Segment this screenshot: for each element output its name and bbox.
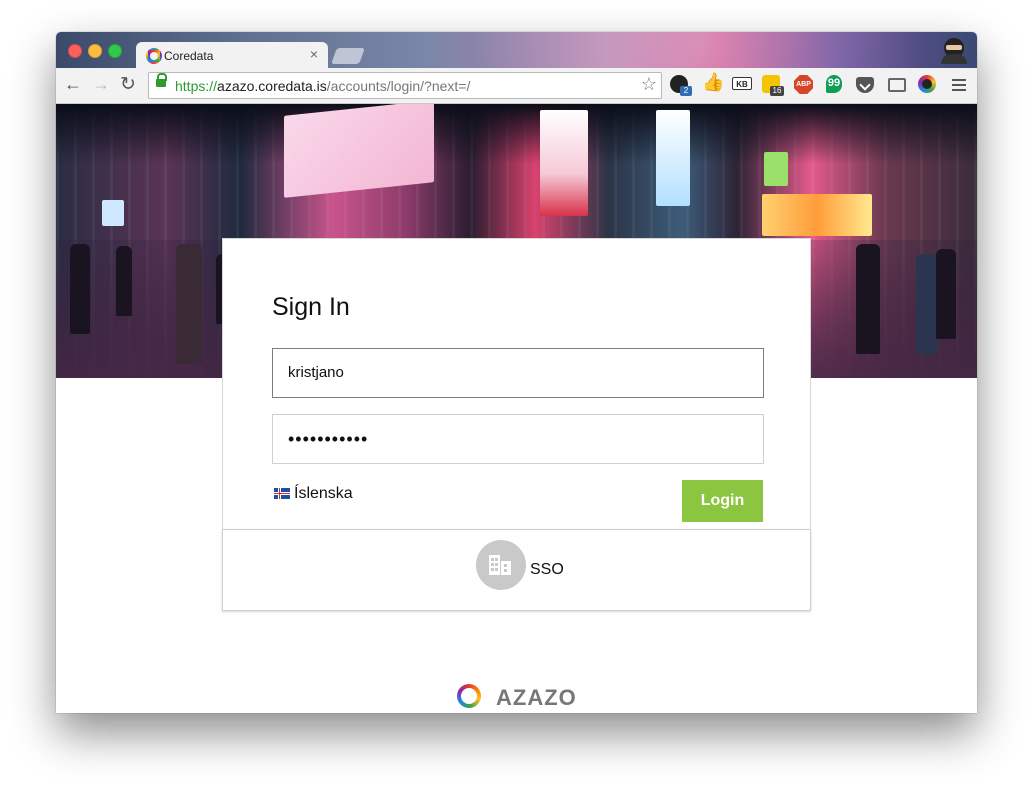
- tab-close-icon[interactable]: ×: [310, 46, 318, 62]
- hangouts-icon[interactable]: 99: [826, 75, 842, 93]
- cast-icon[interactable]: [888, 78, 906, 92]
- tab-coredata[interactable]: Coredata ×: [136, 42, 328, 68]
- forward-arrow-icon[interactable]: →: [92, 74, 110, 95]
- tab-strip: Coredata ×: [56, 32, 977, 68]
- github-badge: 2: [680, 86, 692, 96]
- coredata-favicon-icon: [146, 48, 162, 64]
- login-button[interactable]: Login: [682, 480, 763, 522]
- building-icon: [489, 555, 513, 575]
- login-page: Sign In kristjano ••••••••••• Íslenska L…: [56, 104, 977, 713]
- maximize-window-button[interactable]: [108, 44, 122, 58]
- tab-title: Coredata: [164, 49, 214, 63]
- kb-extension-icon[interactable]: KB: [732, 77, 752, 90]
- sso-circle: [476, 540, 526, 590]
- sign-in-card: Sign In kristjano ••••••••••• Íslenska L…: [222, 238, 811, 529]
- ldr-badge: 16: [770, 86, 784, 96]
- close-window-button[interactable]: [68, 44, 82, 58]
- bookmark-star-icon[interactable]: ☆: [641, 74, 657, 95]
- azazo-logo-icon: [457, 684, 481, 708]
- sso-label: SSO: [530, 561, 564, 578]
- password-input[interactable]: •••••••••••: [272, 414, 764, 464]
- language-selector[interactable]: Íslenska: [274, 485, 353, 503]
- language-label: Íslenska: [294, 485, 353, 502]
- adblock-plus-icon[interactable]: ABP: [794, 75, 813, 94]
- reload-icon[interactable]: ↻: [120, 73, 136, 96]
- lock-icon: [156, 73, 167, 87]
- back-arrow-icon[interactable]: ←: [64, 74, 82, 95]
- url-text: https://azazo.coredata.is/accounts/login…: [175, 78, 470, 94]
- url-scheme: https://: [175, 78, 218, 94]
- new-tab-button[interactable]: [331, 48, 365, 64]
- chrome-menu-icon[interactable]: [952, 78, 966, 92]
- iceland-flag-icon: [274, 488, 290, 499]
- thumbs-up-icon[interactable]: 👍: [702, 72, 724, 92]
- ldr-extension-icon[interactable]: 16: [762, 75, 784, 96]
- github-extension-icon[interactable]: 2: [670, 75, 692, 96]
- color-picker-icon[interactable]: [918, 75, 936, 93]
- browser-window: Coredata × ← → ↻ https://azazo.coredata.…: [56, 32, 977, 713]
- sign-in-title: Sign In: [272, 293, 350, 321]
- browser-toolbar: ← → ↻ https://azazo.coredata.is/accounts…: [56, 68, 977, 104]
- brand-name: AZAZO: [496, 685, 577, 710]
- url-host: azazo.coredata.is: [217, 78, 327, 94]
- minimize-window-button[interactable]: [88, 44, 102, 58]
- address-bar[interactable]: https://azazo.coredata.is/accounts/login…: [148, 72, 662, 99]
- username-input[interactable]: kristjano: [272, 348, 764, 398]
- pocket-icon[interactable]: [856, 77, 874, 93]
- profile-avatar-icon[interactable]: [941, 36, 967, 64]
- url-path: /accounts/login/?next=/: [326, 78, 471, 94]
- sso-panel: SSO: [222, 529, 811, 611]
